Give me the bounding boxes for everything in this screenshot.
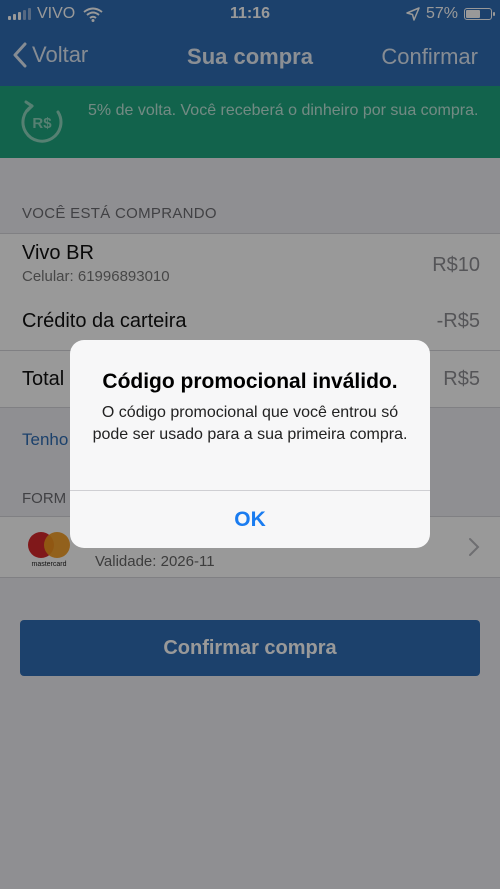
alert-title: Código promocional inválido. (102, 370, 398, 393)
alert-dialog: Código promocional inválido. O código pr… (70, 340, 430, 548)
alert-ok-button[interactable]: OK (70, 491, 430, 548)
alert-message: O código promocional que você entrou só … (92, 404, 408, 443)
